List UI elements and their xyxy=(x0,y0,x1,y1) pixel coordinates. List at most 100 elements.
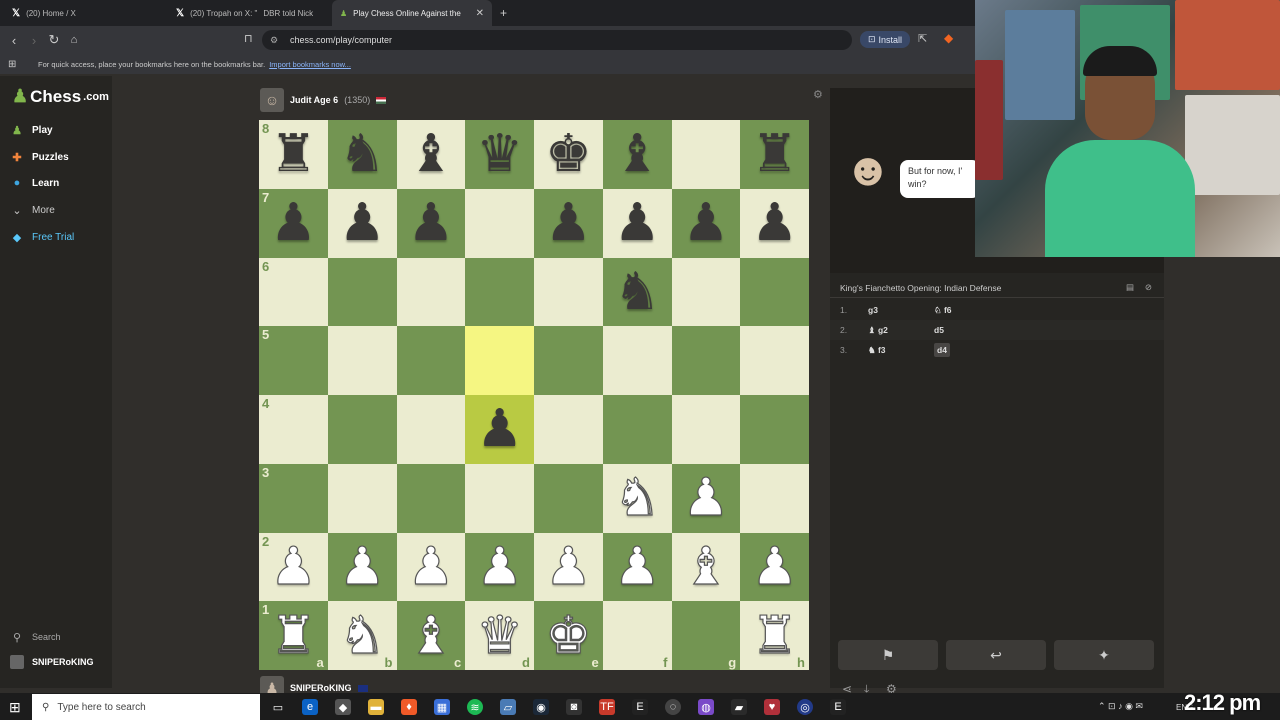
edge-icon[interactable]: e xyxy=(302,699,318,715)
sidebar-item-play[interactable]: ♟ Play xyxy=(10,120,53,140)
square-e1[interactable]: e ♚ xyxy=(534,601,603,670)
white-pawn-icon[interactable]: ♟ xyxy=(751,540,799,593)
black-bishop-icon[interactable]: ♝ xyxy=(408,128,455,180)
square-f4[interactable] xyxy=(602,395,672,464)
sidebar-item-more[interactable]: ⌄ More xyxy=(10,200,54,220)
square-c6[interactable] xyxy=(396,257,466,327)
black-king-icon[interactable]: ♚ xyxy=(545,128,592,180)
square-h5[interactable] xyxy=(740,326,809,395)
square-g3[interactable]: ♟ xyxy=(671,463,741,533)
black-knight-icon[interactable]: ♞ xyxy=(339,128,386,180)
white-bishop-icon[interactable]: ♝ xyxy=(407,609,455,662)
square-c4[interactable] xyxy=(396,395,466,464)
white-rook-icon[interactable]: ♜ xyxy=(751,609,799,662)
chess-board[interactable]: 8 ♜ ♞ ♝ ♛ ♚ ♝ ♜ 7 ♟ ♟ ♟ ♟ ♟ ♟ ♟ 6 ♞ 5 4 ♟ 3 ♞ ♟ 2 ♟ ♟ ♟ ♟ ♟ ♟ ♝ ♟ 1 a ♜ b ♞ c ♝… xyxy=(259,120,809,670)
white-queen-icon[interactable]: ♛ xyxy=(476,609,524,662)
white-move[interactable]: g3 xyxy=(868,305,934,315)
square-h8[interactable]: ♜ xyxy=(740,120,809,189)
square-d1[interactable]: d ♛ xyxy=(465,601,534,670)
square-a6[interactable]: 6 xyxy=(259,257,328,327)
task-view-icon[interactable]: ▭ xyxy=(270,699,286,715)
black-pawn-icon[interactable]: ♟ xyxy=(683,197,730,249)
board-settings-icon[interactable]: ⚙ xyxy=(813,88,823,101)
app-icon[interactable]: ◍ xyxy=(698,699,714,715)
hint-button[interactable]: ✦ xyxy=(1054,640,1154,670)
windows-start-icon[interactable]: ⊞ xyxy=(9,699,21,716)
explorer-icon[interactable]: ⊘ xyxy=(1145,282,1152,293)
tab-x-tropah[interactable]: 𝕏 (20) Tropah on X: " DBR told Nick xyxy=(168,0,328,26)
square-h4[interactable] xyxy=(740,395,809,464)
square-c1[interactable]: c ♝ xyxy=(396,601,466,670)
white-knight-icon[interactable]: ♞ xyxy=(338,609,386,662)
square-f1[interactable]: f xyxy=(602,601,672,670)
square-f2[interactable]: ♟ xyxy=(602,532,672,602)
square-e7[interactable]: ♟ xyxy=(534,188,603,258)
square-g6[interactable] xyxy=(671,257,741,327)
black-pawn-icon[interactable]: ♟ xyxy=(339,197,386,249)
black-pawn-icon[interactable]: ♟ xyxy=(545,197,592,249)
square-f3[interactable]: ♞ xyxy=(602,463,672,533)
square-e8[interactable]: ♚ xyxy=(534,120,603,189)
white-pawn-icon[interactable]: ♟ xyxy=(613,540,661,593)
new-tab-icon[interactable]: + xyxy=(500,6,507,20)
square-f5[interactable] xyxy=(602,326,672,395)
black-queen-icon[interactable]: ♛ xyxy=(476,128,523,180)
square-g4[interactable] xyxy=(671,395,741,464)
url-field[interactable]: ⚙ chess.com/play/computer xyxy=(262,30,852,50)
tab-x-home[interactable]: 𝕏 (20) Home / X xyxy=(4,0,164,26)
square-a3[interactable]: 3 xyxy=(259,463,328,533)
close-tab-icon[interactable]: ✕ xyxy=(476,8,484,19)
site-info-icon[interactable]: ⚙ xyxy=(270,35,278,46)
store-icon[interactable]: ▦ xyxy=(434,699,450,715)
white-pawn-icon[interactable]: ♟ xyxy=(407,540,455,593)
square-d8[interactable]: ♛ xyxy=(465,120,534,189)
sidebar-profile[interactable]: SNIPERoKING xyxy=(10,652,94,672)
white-bishop-icon[interactable]: ♝ xyxy=(682,540,730,593)
square-b6[interactable] xyxy=(327,257,397,327)
black-move[interactable]: d4 xyxy=(934,343,950,357)
square-e4[interactable] xyxy=(534,395,603,464)
app-icon[interactable]: ◎ xyxy=(797,699,813,715)
black-pawn-icon[interactable]: ♟ xyxy=(614,197,661,249)
square-d7[interactable] xyxy=(465,188,534,258)
square-b5[interactable] xyxy=(327,326,397,395)
square-b7[interactable]: ♟ xyxy=(327,188,397,258)
white-pawn-icon[interactable]: ♟ xyxy=(682,472,730,525)
square-g7[interactable]: ♟ xyxy=(671,188,741,258)
share-icon[interactable]: ⇱ xyxy=(918,32,927,45)
app-icon[interactable]: ◌ xyxy=(665,699,681,715)
square-h6[interactable] xyxy=(740,257,809,327)
square-g5[interactable] xyxy=(671,326,741,395)
file-explorer-icon[interactable]: ▬ xyxy=(368,699,384,715)
square-e5[interactable] xyxy=(534,326,603,395)
square-g2[interactable]: ♝ xyxy=(671,532,741,602)
black-move[interactable]: ♘ f6 xyxy=(934,305,952,316)
sidebar-search[interactable]: ⚲ Search xyxy=(10,627,61,647)
sidebar-item-learn[interactable]: ● Learn xyxy=(10,173,60,193)
square-a5[interactable]: 5 xyxy=(259,326,328,395)
app-icon[interactable]: ♥ xyxy=(764,699,780,715)
reload-icon[interactable]: ↻ xyxy=(44,32,64,48)
white-king-icon[interactable]: ♚ xyxy=(544,609,592,662)
steam-icon[interactable]: ◉ xyxy=(533,699,549,715)
black-knight-icon[interactable]: ♞ xyxy=(614,266,661,318)
square-h3[interactable] xyxy=(740,463,809,533)
square-h1[interactable]: h ♜ xyxy=(740,601,809,670)
square-b4[interactable] xyxy=(327,395,397,464)
square-c5[interactable] xyxy=(396,326,466,395)
chess-logo[interactable]: ♟ Chess .com xyxy=(12,86,109,107)
app-icon[interactable]: ◆ xyxy=(335,699,351,715)
square-c8[interactable]: ♝ xyxy=(396,120,466,189)
square-f6[interactable]: ♞ xyxy=(602,257,672,327)
tf-icon[interactable]: TF xyxy=(599,699,615,715)
white-pawn-icon[interactable]: ♟ xyxy=(544,540,592,593)
square-b8[interactable]: ♞ xyxy=(327,120,397,189)
brave-icon[interactable]: ♦ xyxy=(401,699,417,715)
square-c2[interactable]: ♟ xyxy=(396,532,466,602)
square-h2[interactable]: ♟ xyxy=(740,532,809,602)
square-g8[interactable] xyxy=(671,120,741,189)
black-move[interactable]: d5 xyxy=(934,325,944,335)
square-d6[interactable] xyxy=(465,257,534,327)
square-a2[interactable]: 2 ♟ xyxy=(259,532,328,602)
white-pawn-icon[interactable]: ♟ xyxy=(476,540,524,593)
